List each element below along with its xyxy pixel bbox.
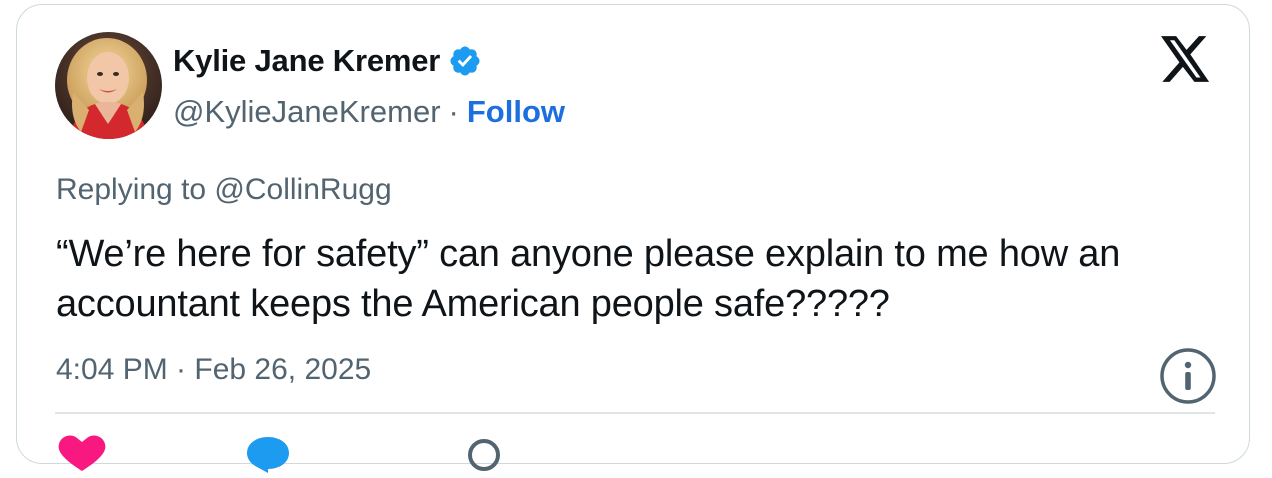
tweet-text: “We’re here for safety” can anyone pleas… xyxy=(56,233,1121,325)
author-handle[interactable]: @KylieJaneKremer xyxy=(173,94,441,130)
replying-to: Replying to @CollinRugg xyxy=(56,173,392,206)
display-name-row: Kylie Jane Kremer xyxy=(173,40,482,82)
display-name[interactable]: Kylie Jane Kremer xyxy=(173,43,440,79)
reply-bubble-icon[interactable] xyxy=(239,433,297,473)
x-logo-icon[interactable] xyxy=(1161,36,1211,82)
handle-row: @KylieJaneKremer · Follow xyxy=(173,92,565,132)
avatar-photo xyxy=(55,32,162,139)
avatar[interactable] xyxy=(55,32,162,139)
verified-badge-icon xyxy=(448,44,482,78)
info-icon[interactable] xyxy=(1159,347,1217,405)
follow-button[interactable]: Follow xyxy=(467,94,565,130)
heart-icon[interactable] xyxy=(53,433,111,473)
tweet-timestamp[interactable]: 4:04 PM · Feb 26, 2025 xyxy=(56,353,371,387)
tweet-card: Kylie Jane Kremer @KylieJaneKremer · Fol… xyxy=(16,4,1250,473)
separator-dot: · xyxy=(448,94,459,129)
link-icon[interactable] xyxy=(455,433,513,473)
divider xyxy=(55,412,1215,414)
